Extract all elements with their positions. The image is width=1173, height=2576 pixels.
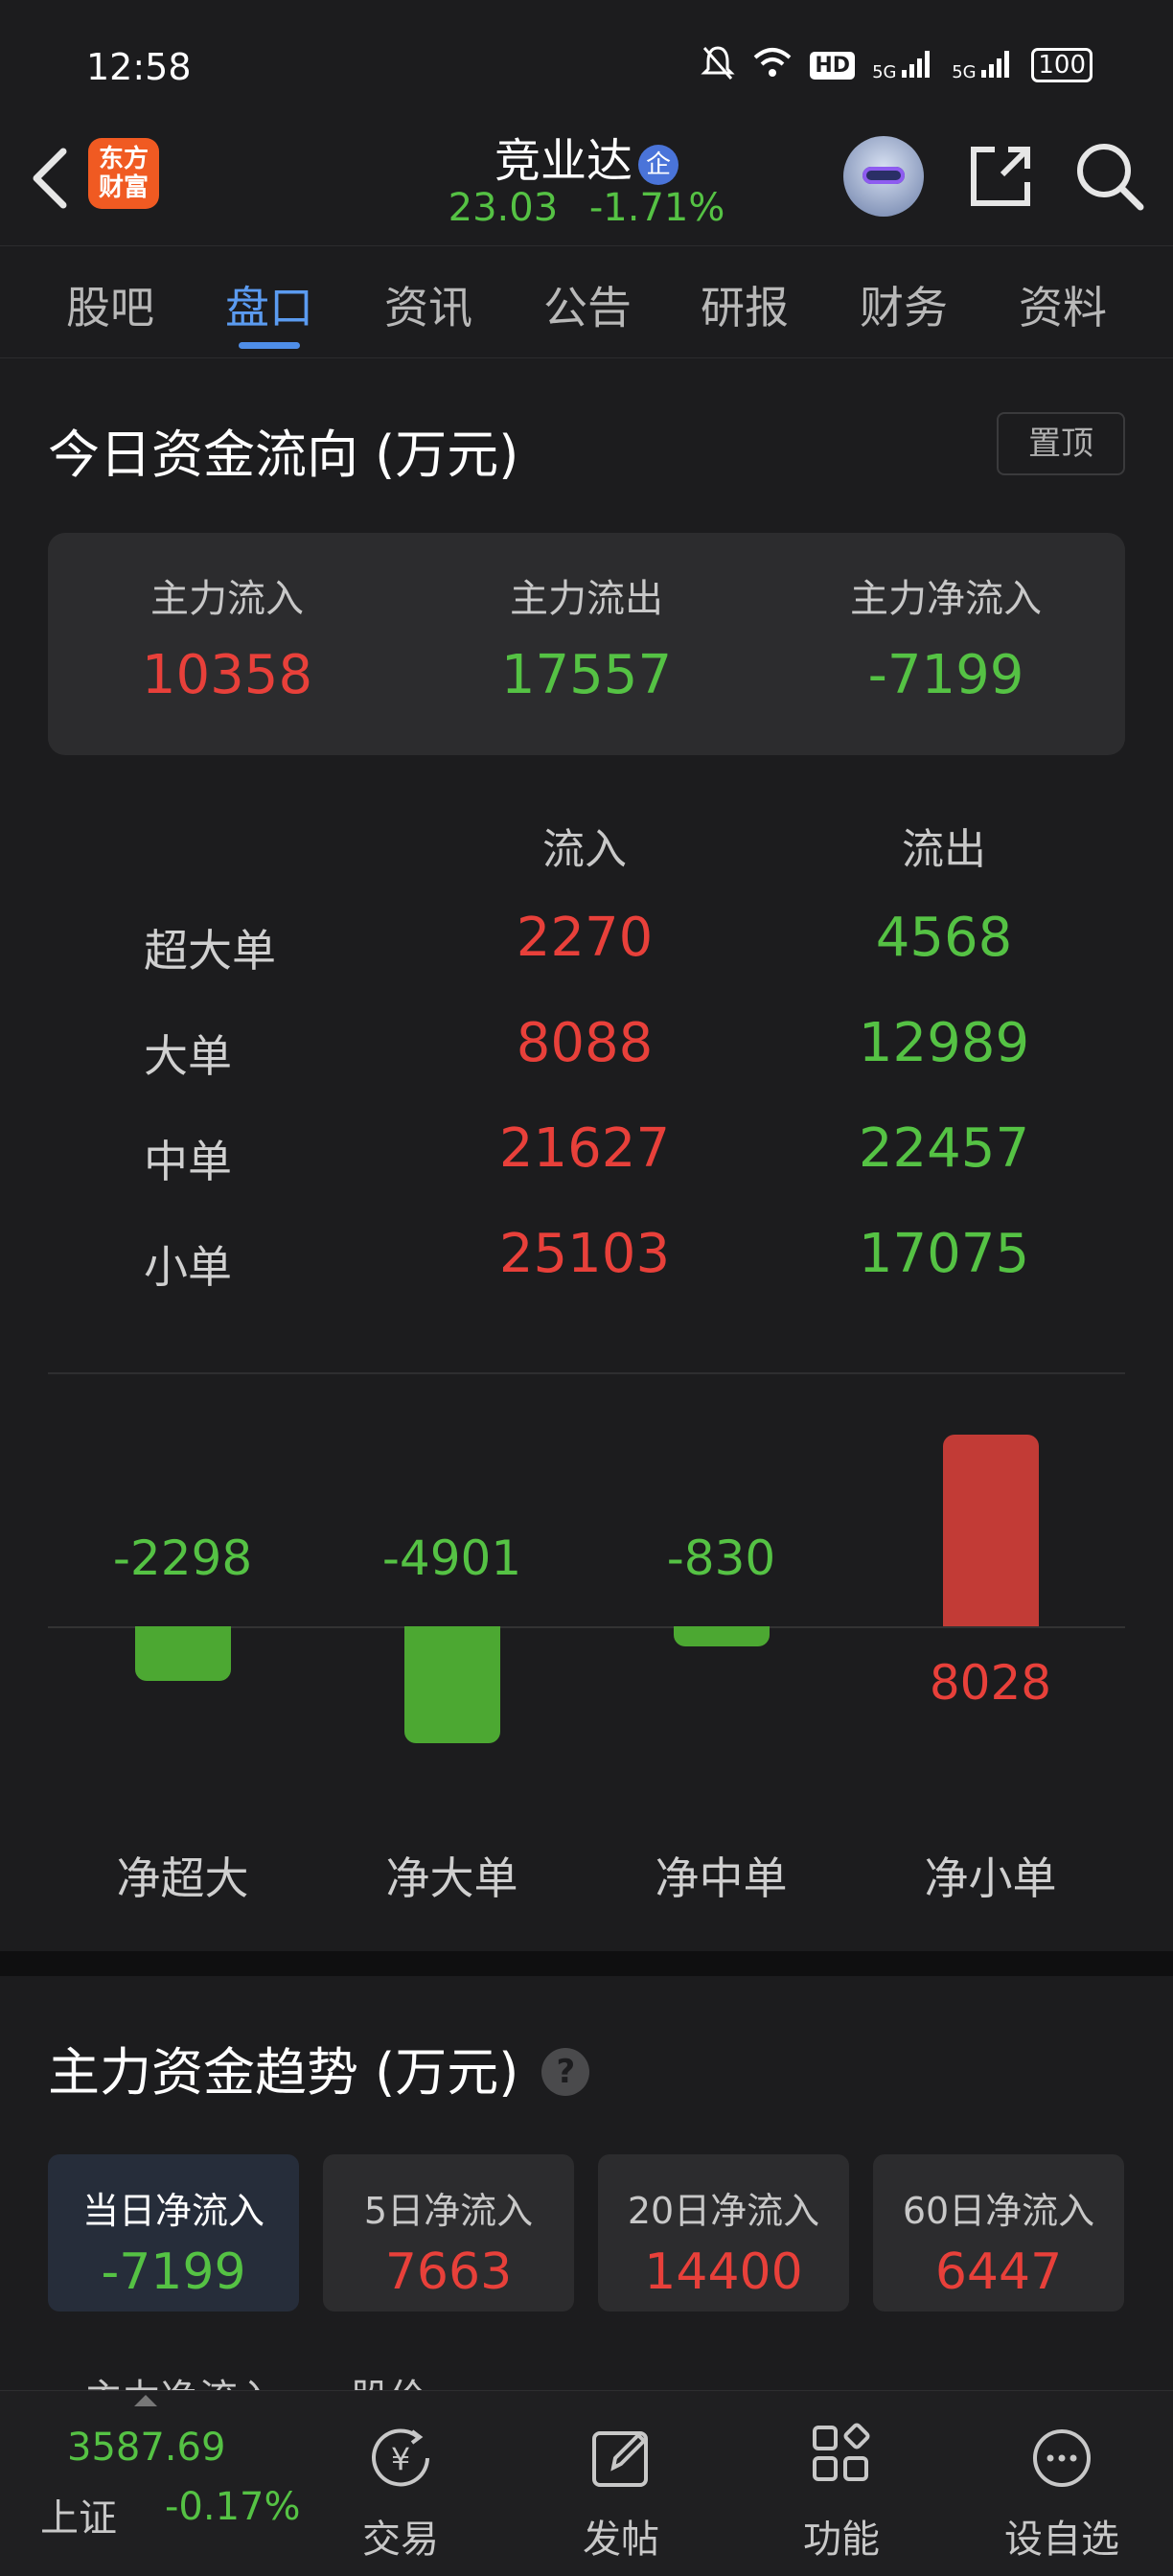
row-inflow: 2270 <box>516 907 654 969</box>
row-outflow: 12989 <box>858 1012 1030 1074</box>
battery-icon: 100 <box>1031 48 1092 82</box>
index-name[interactable]: 上证 <box>40 2487 117 2542</box>
nav-add-watchlist-button[interactable]: 设自选 <box>976 2422 1148 2564</box>
chart-category-label: 净小单 <box>924 1852 1057 1904</box>
tab-pankou[interactable]: 盘口 <box>190 273 349 336</box>
stock-change: -1.71% <box>588 186 725 230</box>
chart-category-label: 净中单 <box>655 1852 788 1904</box>
row-outflow: 17075 <box>858 1223 1030 1285</box>
row-outflow: 22457 <box>858 1117 1030 1180</box>
yuan-exchange-icon: ¥ <box>364 2422 437 2495</box>
signal-1-icon: 5G <box>872 49 934 82</box>
enterprise-badge: 企 <box>638 145 678 185</box>
tab-news[interactable]: 资讯 <box>349 273 508 336</box>
section-divider <box>48 1372 1125 1374</box>
chart-bar <box>942 1435 1039 1626</box>
chart-bar <box>403 1626 500 1744</box>
net-flow-bar-chart: -2298 净超大 -4901 净大单 -830 净中单 8028 净小单 <box>48 1380 1125 1917</box>
chart-value-label: -830 <box>666 1530 776 1586</box>
period-card-60d[interactable]: 60日净流入 6447 <box>873 2154 1124 2312</box>
share-icon[interactable] <box>964 140 1037 213</box>
fund-flow-title: 今日资金流向 (万元) <box>48 425 519 485</box>
chart-value-label: -2298 <box>112 1530 253 1586</box>
tab-research[interactable]: 研报 <box>665 273 824 336</box>
status-time: 12:58 <box>86 46 192 88</box>
column-header-inflow: 流入 <box>542 825 627 874</box>
signal-2-icon: 5G <box>952 49 1014 82</box>
active-tab-indicator <box>239 342 300 349</box>
period-card-20d[interactable]: 20日净流入 14400 <box>598 2154 849 2312</box>
tab-announcements[interactable]: 公告 <box>508 273 667 336</box>
help-icon[interactable]: ? <box>541 2048 590 2096</box>
index-value[interactable]: 3587.69 <box>67 2426 225 2470</box>
expand-caret-icon[interactable] <box>134 2395 157 2406</box>
wifi-icon <box>752 46 793 84</box>
svg-text:¥: ¥ <box>391 2441 410 2477</box>
main-inflow: 主力流入 10358 <box>48 567 406 706</box>
column-header-outflow: 流出 <box>902 825 986 874</box>
nav-trade-button[interactable]: ¥ 交易 <box>314 2422 487 2564</box>
tab-bar: 股吧 盘口 资讯 公告 研报 财务 资料 <box>0 245 1173 358</box>
chart-bar <box>673 1626 770 1646</box>
status-bar: 12:58 HD 5G 5G 100 <box>0 0 1173 125</box>
main-net-inflow-value: -7199 <box>867 644 1024 706</box>
chart-value-label: 8028 <box>929 1655 1052 1711</box>
grid-icon <box>805 2422 878 2495</box>
more-icon <box>1025 2422 1098 2495</box>
tab-profile[interactable]: 资料 <box>983 273 1142 336</box>
bottom-bar: 3587.69 上证 -0.17% ¥ 交易 发帖 功能 设自选 <box>0 2390 1173 2576</box>
index-change[interactable]: -0.17% <box>165 2485 301 2529</box>
chart-category-label: 净大单 <box>385 1852 518 1904</box>
pin-top-button[interactable]: 置顶 <box>997 412 1125 475</box>
nav-functions-button[interactable]: 功能 <box>755 2422 928 2564</box>
mute-bell-icon <box>701 44 736 86</box>
main-outflow: 主力流出 17557 <box>407 567 766 706</box>
row-label: 小单 <box>144 1241 232 1293</box>
row-label: 大单 <box>144 1030 232 1082</box>
chart-bar <box>134 1626 231 1682</box>
stock-name: 竞业达 <box>494 134 632 188</box>
main-net-inflow: 主力净流入 -7199 <box>767 567 1125 706</box>
chart-value-label: -4901 <box>381 1530 522 1586</box>
edit-icon <box>585 2422 657 2495</box>
trend-title: 主力资金趋势 (万元)? <box>48 2030 590 2105</box>
search-icon[interactable] <box>1071 138 1148 215</box>
row-inflow: 8088 <box>516 1012 654 1074</box>
tab-guba[interactable]: 股吧 <box>31 273 190 336</box>
stock-price: 23.03 <box>448 186 559 230</box>
status-icons: HD 5G 5G 100 <box>701 44 1092 86</box>
nav-post-button[interactable]: 发帖 <box>535 2422 707 2564</box>
hd-badge: HD <box>810 51 856 80</box>
row-outflow: 4568 <box>875 907 1013 969</box>
main-outflow-value: 17557 <box>500 644 673 706</box>
row-inflow: 25103 <box>498 1223 671 1285</box>
fund-flow-summary: 主力流入 10358 主力流出 17557 主力净流入 -7199 <box>48 533 1125 755</box>
chart-category-label: 净超大 <box>116 1852 249 1904</box>
row-label: 中单 <box>144 1136 232 1187</box>
row-label: 超大单 <box>144 925 276 977</box>
period-card-5d[interactable]: 5日净流入 7663 <box>323 2154 574 2312</box>
period-card-today[interactable]: 当日净流入 -7199 <box>48 2154 299 2312</box>
assistant-robot-icon[interactable] <box>843 136 924 217</box>
main-inflow-value: 10358 <box>141 644 313 706</box>
section-separator <box>0 1951 1173 1976</box>
row-inflow: 21627 <box>498 1117 671 1180</box>
tab-finance[interactable]: 财务 <box>824 273 983 336</box>
